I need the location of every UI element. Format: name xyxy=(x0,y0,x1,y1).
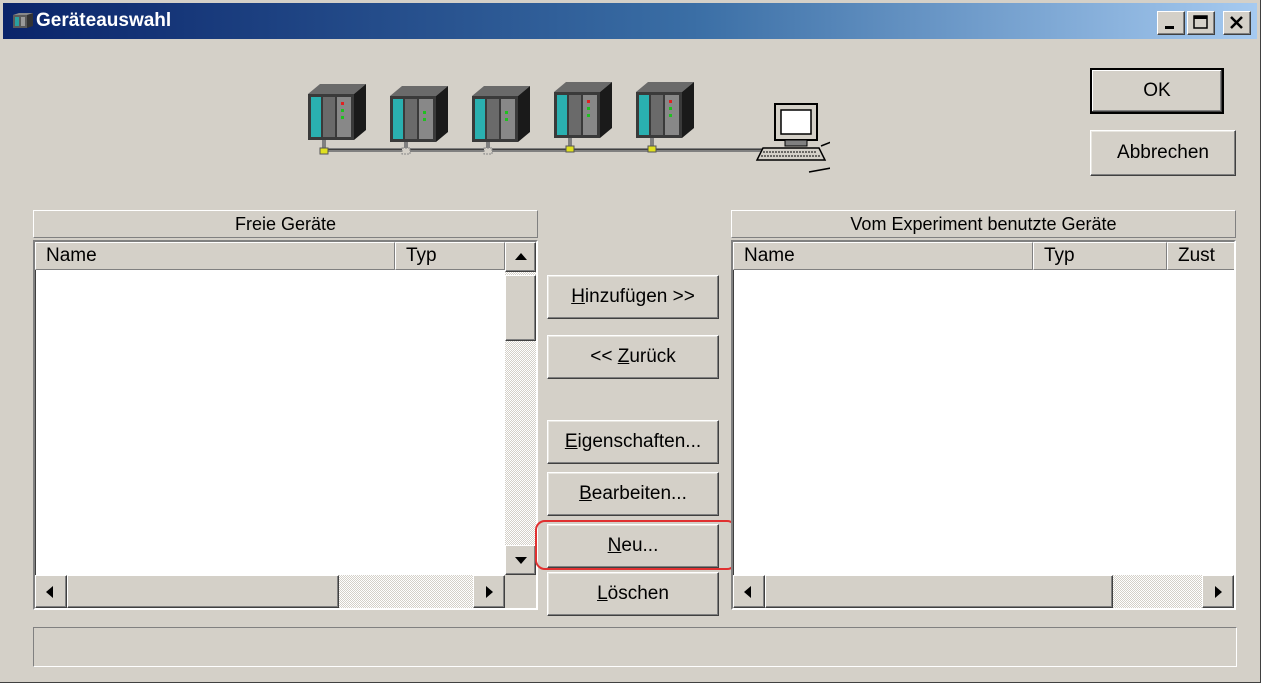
free-devices-header: Freie Geräte xyxy=(33,210,538,238)
cancel-label: Abbrechen xyxy=(1117,142,1209,163)
device-module-icon xyxy=(308,84,366,155)
close-icon xyxy=(1230,16,1243,29)
arrow-left-icon xyxy=(46,586,53,598)
add-mnemonic: H xyxy=(571,286,585,307)
arrow-left-icon xyxy=(744,586,751,598)
ok-label: OK xyxy=(1143,80,1171,101)
device-module-icon xyxy=(636,82,694,153)
free-col-name[interactable]: Name xyxy=(35,242,395,270)
arrow-right-icon xyxy=(1215,586,1222,598)
device-module-icon xyxy=(554,82,612,153)
device-network-illustration xyxy=(308,82,830,173)
properties-label: igenschaften... xyxy=(577,431,702,452)
used-devices-list[interactable]: Name Typ Zust xyxy=(731,240,1236,610)
arrow-right-icon xyxy=(486,586,493,598)
close-button[interactable] xyxy=(1223,11,1251,35)
title-bar[interactable]: Geräteauswahl xyxy=(3,3,1257,39)
minimize-button[interactable] xyxy=(1157,11,1185,35)
add-label: inzufügen >> xyxy=(584,286,695,307)
minimize-icon xyxy=(1165,26,1174,29)
window-title: Geräteauswahl xyxy=(36,10,172,31)
back-button[interactable]: << Zurück xyxy=(547,335,719,379)
used-col-name[interactable]: Name xyxy=(733,242,1033,270)
arrow-up-icon xyxy=(515,253,527,260)
free-devices-list[interactable]: Name Typ xyxy=(33,240,538,610)
device-module-icon xyxy=(390,86,448,155)
free-vscroll-up[interactable] xyxy=(505,242,536,272)
free-hscroll-left[interactable] xyxy=(35,575,67,608)
used-devices-header: Vom Experiment benutzte Geräte xyxy=(731,210,1236,238)
free-vscroll-down[interactable] xyxy=(505,545,536,575)
arrow-down-icon xyxy=(515,557,527,564)
ok-button[interactable]: OK xyxy=(1090,68,1224,114)
free-hscroll-right[interactable] xyxy=(473,575,505,608)
back-prefix: << xyxy=(590,346,618,367)
new-button-highlight xyxy=(535,520,737,570)
delete-mnemonic: L xyxy=(597,583,608,604)
free-hscroll-thumb[interactable] xyxy=(67,575,339,608)
free-vscroll-thumb[interactable] xyxy=(505,275,536,341)
properties-mnemonic: E xyxy=(564,431,578,452)
app-icon xyxy=(13,13,33,28)
used-col-type[interactable]: Typ xyxy=(1033,242,1167,270)
used-col-state[interactable]: Zust xyxy=(1167,242,1234,270)
maximize-icon xyxy=(1193,15,1208,29)
scroll-corner xyxy=(505,575,536,608)
used-hscroll-left[interactable] xyxy=(733,575,765,608)
used-hscroll-thumb[interactable] xyxy=(765,575,1113,608)
device-module-icon xyxy=(472,86,530,155)
add-button[interactable]: Hinzufügen >> xyxy=(547,275,719,319)
cancel-button[interactable]: Abbrechen xyxy=(1090,130,1236,176)
device-selection-dialog: Geräteauswahl OK Abbrechen Freie Geräte … xyxy=(0,0,1261,683)
edit-button[interactable]: Bearbeiten... xyxy=(547,472,719,516)
maximize-button[interactable] xyxy=(1187,11,1215,35)
status-bar xyxy=(33,627,1237,667)
properties-button[interactable]: Eigenschaften... xyxy=(547,420,719,464)
free-col-type[interactable]: Typ xyxy=(395,242,505,270)
used-hscroll-right[interactable] xyxy=(1202,575,1234,608)
computer-icon xyxy=(755,103,830,173)
edit-mnemonic: B xyxy=(579,483,592,504)
back-label: urück xyxy=(629,346,676,367)
back-mnemonic: Z xyxy=(617,346,630,367)
edit-label: earbeiten... xyxy=(591,483,687,504)
delete-label: öschen xyxy=(607,583,669,604)
delete-button[interactable]: Löschen xyxy=(547,572,719,616)
